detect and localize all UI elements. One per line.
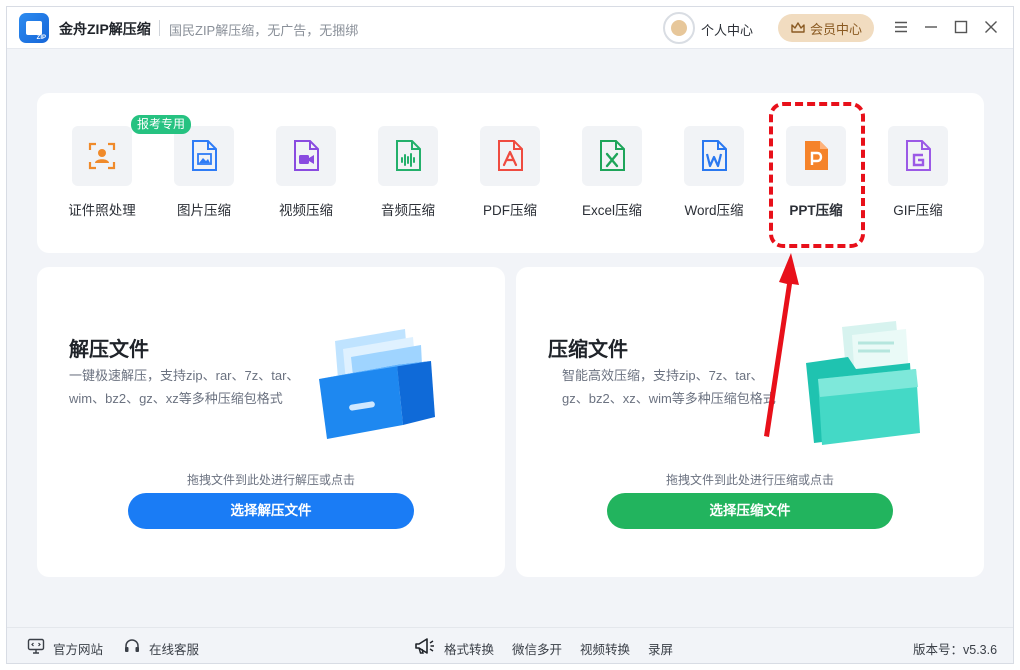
tool-image-compress[interactable]: 图片压缩 [154,126,254,226]
personal-center-link[interactable]: 个人中心 [701,20,753,39]
tool-excel-compress[interactable]: Excel压缩 [562,126,662,226]
tool-label: 音频压缩 [381,203,435,218]
tool-gif-compress[interactable]: GIF压缩 [868,126,968,226]
video-tile [276,126,336,186]
online-support-link[interactable]: 在线客服 [149,639,199,658]
excel-file-icon [600,140,625,171]
menu-icon[interactable] [891,17,911,37]
monitor-icon [27,638,45,654]
compress-title: 压缩文件 [548,339,628,361]
video-convert-link[interactable]: 视频转换 [580,639,630,658]
extract-title: 解压文件 [69,339,149,361]
vip-center-label: 会员中心 [809,21,862,37]
compress-description: 智能高效压缩，支持zip、7z、tar、gz、bz2、xz、wim等多种压缩包格… [562,368,776,406]
compress-hint: 拖拽文件到此处进行压缩或点击 [665,473,834,487]
status-bar: 官方网站 在线客服 格式转换 微信多开 视频转换 录屏 版本号：v5.3.6 [7,627,1013,663]
official-website-link[interactable]: 官方网站 [53,639,103,658]
tool-video-compress[interactable]: 视频压缩 [256,126,356,226]
word-file-icon [702,140,727,171]
pdf-file-icon [498,140,523,171]
format-convert-link[interactable]: 格式转换 [444,639,494,658]
logo-text: ZIP [36,35,46,41]
ppt-highlight-box [769,102,865,248]
id-photo-icon [88,142,116,170]
title-bar: ZIP 金舟ZIP解压缩 国民ZIP解压缩，无广告，无捆绑 个人中心 会员中心 [7,7,1013,49]
wechat-multi-link[interactable]: 微信多开 [512,639,562,658]
vip-center-button[interactable]: 会员中心 [778,14,874,42]
extract-card[interactable]: 解压文件 一键极速解压，支持zip、rar、7z、tar、wim、bz2、gz、… [37,267,505,577]
tool-id-photo[interactable]: 证件照处理 [52,126,152,226]
red-arrow-icon [764,253,799,437]
tool-word-compress[interactable]: Word压缩 [664,126,764,226]
tool-label: 证件照处理 [68,203,136,218]
audio-tile [378,126,438,186]
title-divider [159,20,160,36]
exam-badge: 报考专用 [131,115,191,134]
megaphone-icon [415,638,434,654]
gif-tile [888,126,948,186]
image-file-icon [192,140,217,171]
word-tile [684,126,744,186]
drawer-box-icon [319,329,435,439]
user-avatar[interactable] [663,12,695,44]
pdf-tile [480,126,540,186]
tool-pdf-compress[interactable]: PDF压缩 [460,126,560,226]
extract-hint: 拖拽文件到此处进行解压或点击 [186,473,355,487]
excel-tile [582,126,642,186]
app-title: 金舟ZIP解压缩 [59,21,151,37]
tool-label: 图片压缩 [177,203,231,218]
gif-file-icon [906,140,931,171]
app-slogan: 国民ZIP解压缩，无广告，无捆绑 [169,23,359,38]
tool-label: 视频压缩 [279,203,333,218]
audio-file-icon [396,140,421,171]
tool-label: Word压缩 [684,203,744,218]
id-photo-tile [72,126,132,186]
folder-icon [806,321,920,445]
tool-audio-compress[interactable]: 音频压缩 [358,126,458,226]
video-file-icon [294,140,319,171]
tool-label: PDF压缩 [483,203,537,218]
version-label: 版本号：v5.3.6 [913,643,998,657]
close-icon[interactable] [981,17,1001,37]
select-compress-file-button[interactable]: 选择压缩文件 [607,493,893,529]
select-extract-file-button[interactable]: 选择解压文件 [128,493,414,529]
app-logo-icon: ZIP [19,13,49,43]
headset-icon [125,639,139,652]
screen-record-link[interactable]: 录屏 [648,639,673,658]
image-tile [174,126,234,186]
extract-description: 一键极速解压，支持zip、rar、7z、tar、wim、bz2、gz、xz等多种… [69,368,300,406]
crown-icon [791,22,805,33]
app-window: ZIP 金舟ZIP解压缩 国民ZIP解压缩，无广告，无捆绑 个人中心 会员中心 [6,6,1014,664]
maximize-icon[interactable] [951,17,971,37]
minimize-icon[interactable] [921,17,941,37]
tool-label: GIF压缩 [893,203,943,218]
tool-label: Excel压缩 [581,203,642,218]
